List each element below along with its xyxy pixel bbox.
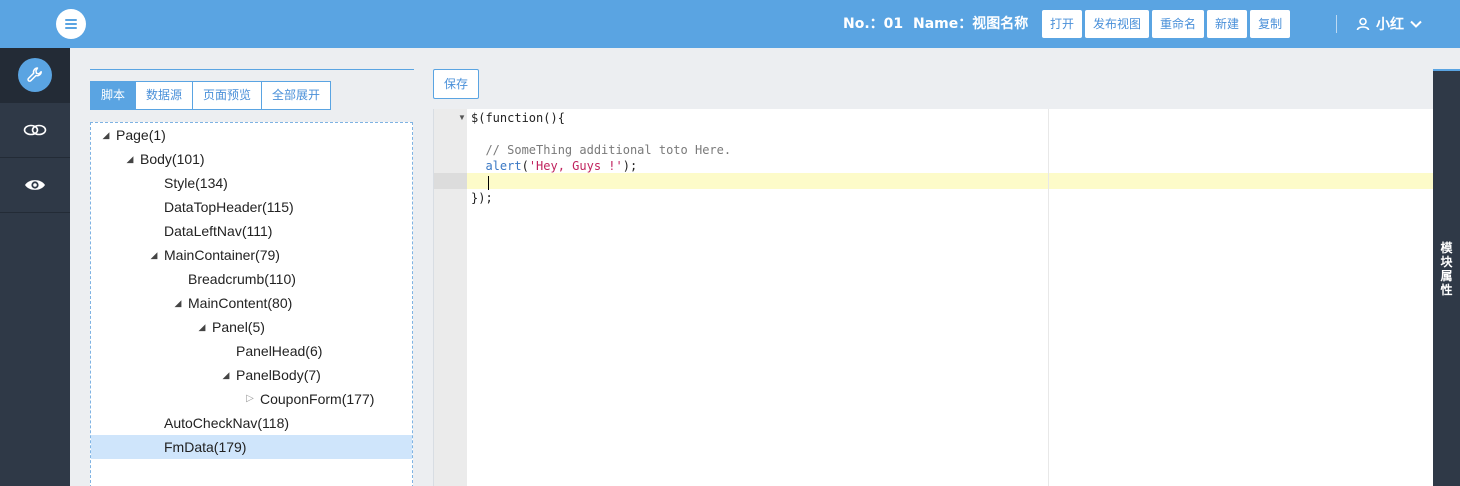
fold-arrow-icon[interactable]: ▼ [458,113,466,122]
sidebar-item-script[interactable] [0,48,70,103]
tree-node[interactable]: ◢ MainContainer(79) [91,243,412,267]
tree-node[interactable]: Style(134) [91,171,412,195]
view-name: Name：视图名称 [913,16,1029,32]
toolbar-divider [1336,15,1337,33]
expanded-arrow-icon[interactable]: ◢ [221,363,231,387]
tree-node-label: Page(1) [116,127,166,143]
structure-panel: 脚本 数据源 页面预览 全部展开 ◢ Page(1) ◢ Body(101) Style… [90,69,414,486]
collapsed-arrow-icon[interactable]: ▷ [245,387,255,411]
tree-node[interactable]: ◢ Page(1) [91,123,412,147]
toolbar-actions: 打开 发布视图 重命名 新建 复制 [1042,10,1291,38]
component-tree: ◢ Page(1) ◢ Body(101) Style(134) DataTopHeade… [90,122,413,486]
tree-node-label: FmData(179) [164,439,247,455]
copy-button[interactable]: 复制 [1250,10,1291,38]
expanded-arrow-icon[interactable]: ◢ [101,123,111,147]
code-line: $(function(){ [471,111,565,125]
panel-tabs: 脚本 数据源 页面预览 全部展开 [90,81,332,110]
tree-node-label: CouponForm(177) [260,391,375,407]
eye-icon [25,180,45,190]
print-margin [1048,109,1049,486]
tree-node-label: PanelBody(7) [236,367,321,383]
tree-node-label: MainContainer(79) [164,247,280,263]
tab-page-preview[interactable]: 页面预览 [192,81,263,110]
tree-node-label: Style(134) [164,175,228,191]
module-properties-panel[interactable]: 模块属性 [1433,69,1460,486]
tree-node-label: PanelHead(6) [236,343,323,359]
expanded-arrow-icon[interactable]: ◢ [173,291,183,315]
tree-node[interactable]: ◢ Body(101) [91,147,412,171]
tab-datasource[interactable]: 数据源 [135,81,194,110]
chevron-down-icon [1410,20,1422,28]
rename-button[interactable]: 重命名 [1152,10,1205,38]
view-number: No.：01 [843,16,904,32]
hamburger-icon [65,19,77,29]
tree-node-label: AutoCheckNav(118) [164,415,290,431]
code-editor[interactable]: ▼ $(function(){ // SomeThing additional … [433,109,1433,486]
tab-expand-all[interactable]: 全部展开 [261,81,332,110]
sidebar [0,48,70,486]
tree-node[interactable]: ◢ Panel(5) [91,315,412,339]
user-menu[interactable]: 小红 [1356,0,1422,48]
tree-node-label: Panel(5) [212,319,265,335]
user-icon [1356,17,1370,31]
new-button[interactable]: 新建 [1207,10,1248,38]
code-content[interactable]: $(function(){ // SomeThing additional to… [471,110,731,206]
tree-node-label: Breadcrumb(110) [188,271,296,287]
code-comment: // SomeThing additional toto Here. [485,143,732,157]
menu-toggle-button[interactable] [56,9,86,39]
code-line: alert('Hey, Guys !'); [485,159,638,173]
code-line: // SomeThing additional toto Here. [471,142,731,158]
link-icon [23,124,47,136]
save-button[interactable]: 保存 [433,69,479,99]
tree-node[interactable]: DataTopHeader(115) [91,195,412,219]
code-line: }); [471,191,493,205]
expanded-arrow-icon[interactable]: ◢ [149,243,159,267]
expanded-arrow-icon[interactable]: ◢ [125,147,135,171]
wrench-icon [27,67,42,82]
top-bar: No.：01 Name：视图名称 打开 发布视图 重命名 新建 复制 小红 [0,0,1460,48]
editor-gutter [434,109,467,486]
sidebar-item-datasource[interactable] [0,103,70,158]
expanded-arrow-icon[interactable]: ◢ [197,315,207,339]
tree-node[interactable]: AutoCheckNav(118) [91,411,412,435]
publish-view-button[interactable]: 发布视图 [1085,10,1150,38]
tree-node-label: DataTopHeader(115) [164,199,294,215]
tree-node[interactable]: ◢ PanelBody(7) [91,363,412,387]
tree-node[interactable]: FmData(179) [91,435,412,459]
code-string: 'Hey, Guys !' [528,159,623,173]
module-properties-label: 模块属性 [1440,241,1453,297]
tree-node[interactable]: ◢ MainContent(80) [91,291,412,315]
sidebar-item-preview[interactable] [0,158,70,213]
code-function: alert [485,159,522,173]
tree-node[interactable]: DataLeftNav(111) [91,219,412,243]
open-button[interactable]: 打开 [1042,10,1083,38]
tree-node-label: DataLeftNav(111) [164,223,273,239]
text-cursor [488,175,489,190]
tree-node-label: Body(101) [140,151,205,167]
active-line-gutter [434,173,467,189]
tree-node[interactable]: Breadcrumb(110) [91,267,412,291]
tab-script[interactable]: 脚本 [90,81,137,110]
user-name: 小红 [1376,17,1404,33]
code-line [471,174,731,190]
tree-node[interactable]: ▷ CouponForm(177) [91,387,412,411]
tree-node-label: MainContent(80) [188,295,293,311]
tree-node[interactable]: PanelHead(6) [91,339,412,363]
